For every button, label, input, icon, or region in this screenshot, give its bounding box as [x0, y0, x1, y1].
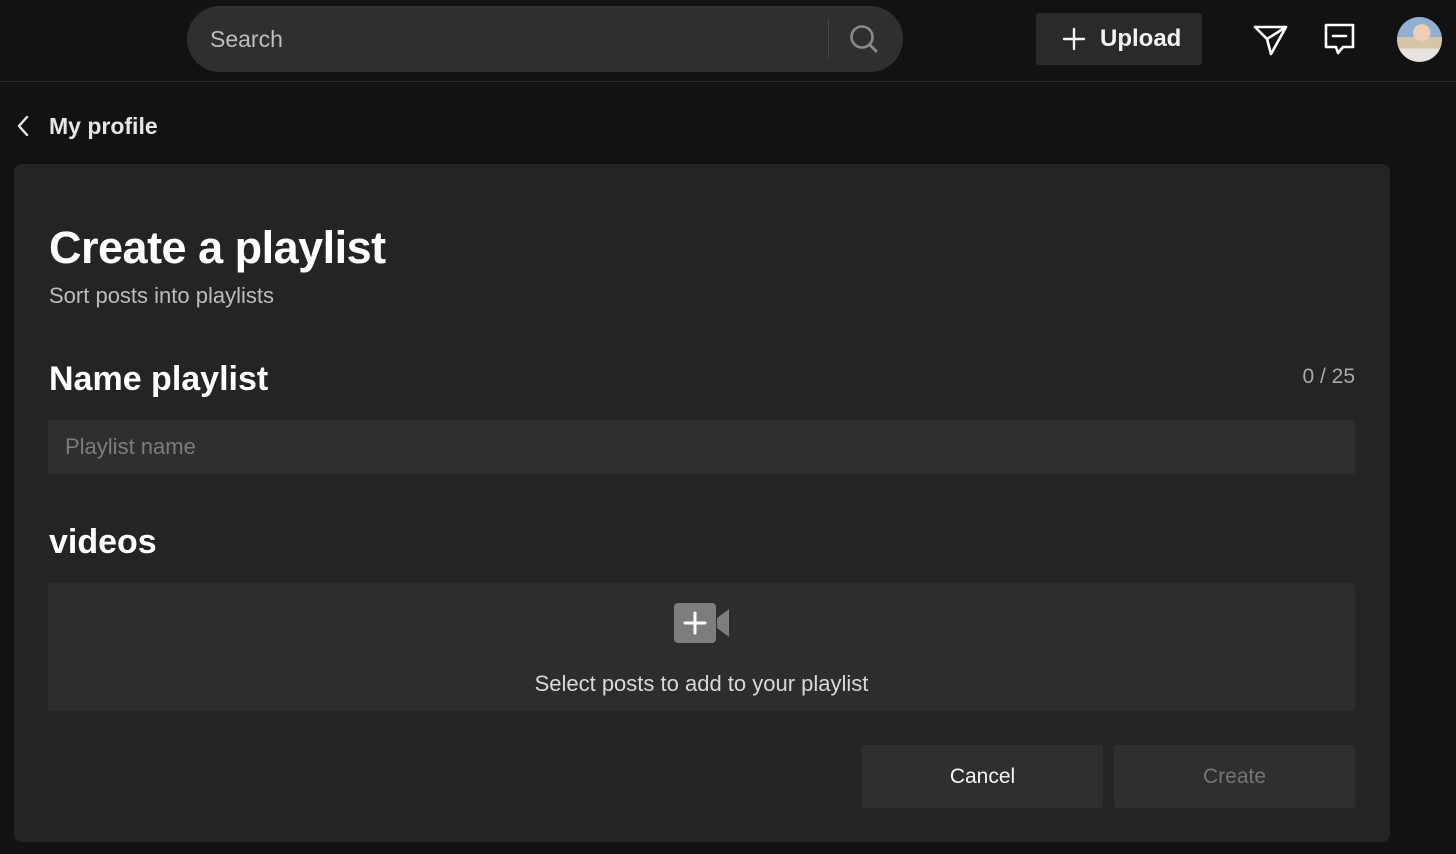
avatar[interactable] [1397, 17, 1442, 62]
page-title: Create a playlist [49, 222, 386, 273]
upload-button[interactable]: Upload [1036, 13, 1202, 65]
add-video-icon [673, 601, 731, 645]
playlist-name-input[interactable] [48, 420, 1355, 474]
inbox-icon[interactable] [1321, 20, 1359, 58]
select-videos-area[interactable]: Select posts to add to your playlist [48, 583, 1355, 711]
videos-label: videos [49, 523, 157, 561]
search-divider [828, 19, 829, 59]
upload-label: Upload [1100, 25, 1182, 52]
back-label: My profile [49, 113, 158, 139]
search-icon[interactable] [842, 19, 886, 59]
plus-icon [1062, 27, 1086, 51]
page-subtitle: Sort posts into playlists [49, 283, 274, 308]
send-icon[interactable] [1250, 20, 1290, 60]
chevron-left-icon [14, 114, 34, 138]
cancel-button[interactable]: Cancel [862, 745, 1103, 808]
create-playlist-card: Create a playlist Sort posts into playli… [14, 164, 1390, 842]
select-posts-prompt: Select posts to add to your playlist [534, 671, 869, 696]
name-playlist-label: Name playlist [49, 360, 269, 398]
create-button[interactable]: Create [1114, 745, 1355, 808]
top-bar: Search Upload [0, 0, 1456, 82]
search-input[interactable]: Search [210, 6, 283, 72]
character-counter: 0 / 25 [1302, 365, 1355, 388]
search-bar[interactable]: Search [187, 6, 903, 72]
